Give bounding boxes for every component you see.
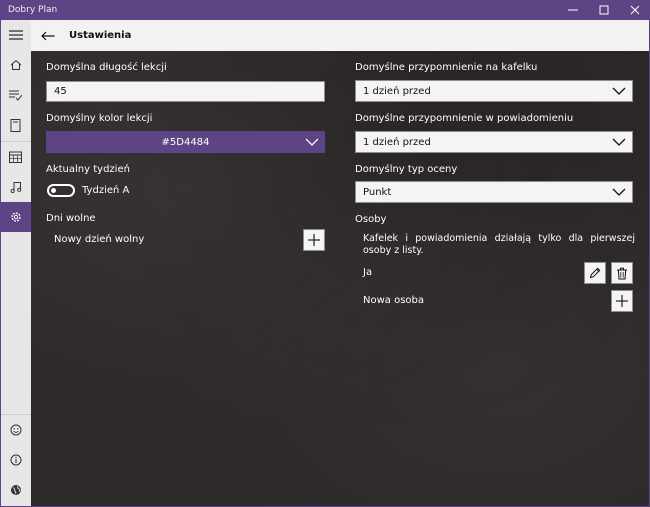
- minimize-icon: [567, 9, 578, 11]
- window-title: Dobry Plan: [8, 5, 58, 15]
- minimize-button[interactable]: [557, 0, 588, 20]
- window-border: [0, 20, 650, 507]
- maximize-icon: [599, 5, 608, 15]
- close-button[interactable]: [619, 0, 650, 20]
- close-icon: [630, 5, 639, 15]
- maximize-button[interactable]: [588, 0, 619, 20]
- title-bar: Dobry Plan: [0, 0, 650, 20]
